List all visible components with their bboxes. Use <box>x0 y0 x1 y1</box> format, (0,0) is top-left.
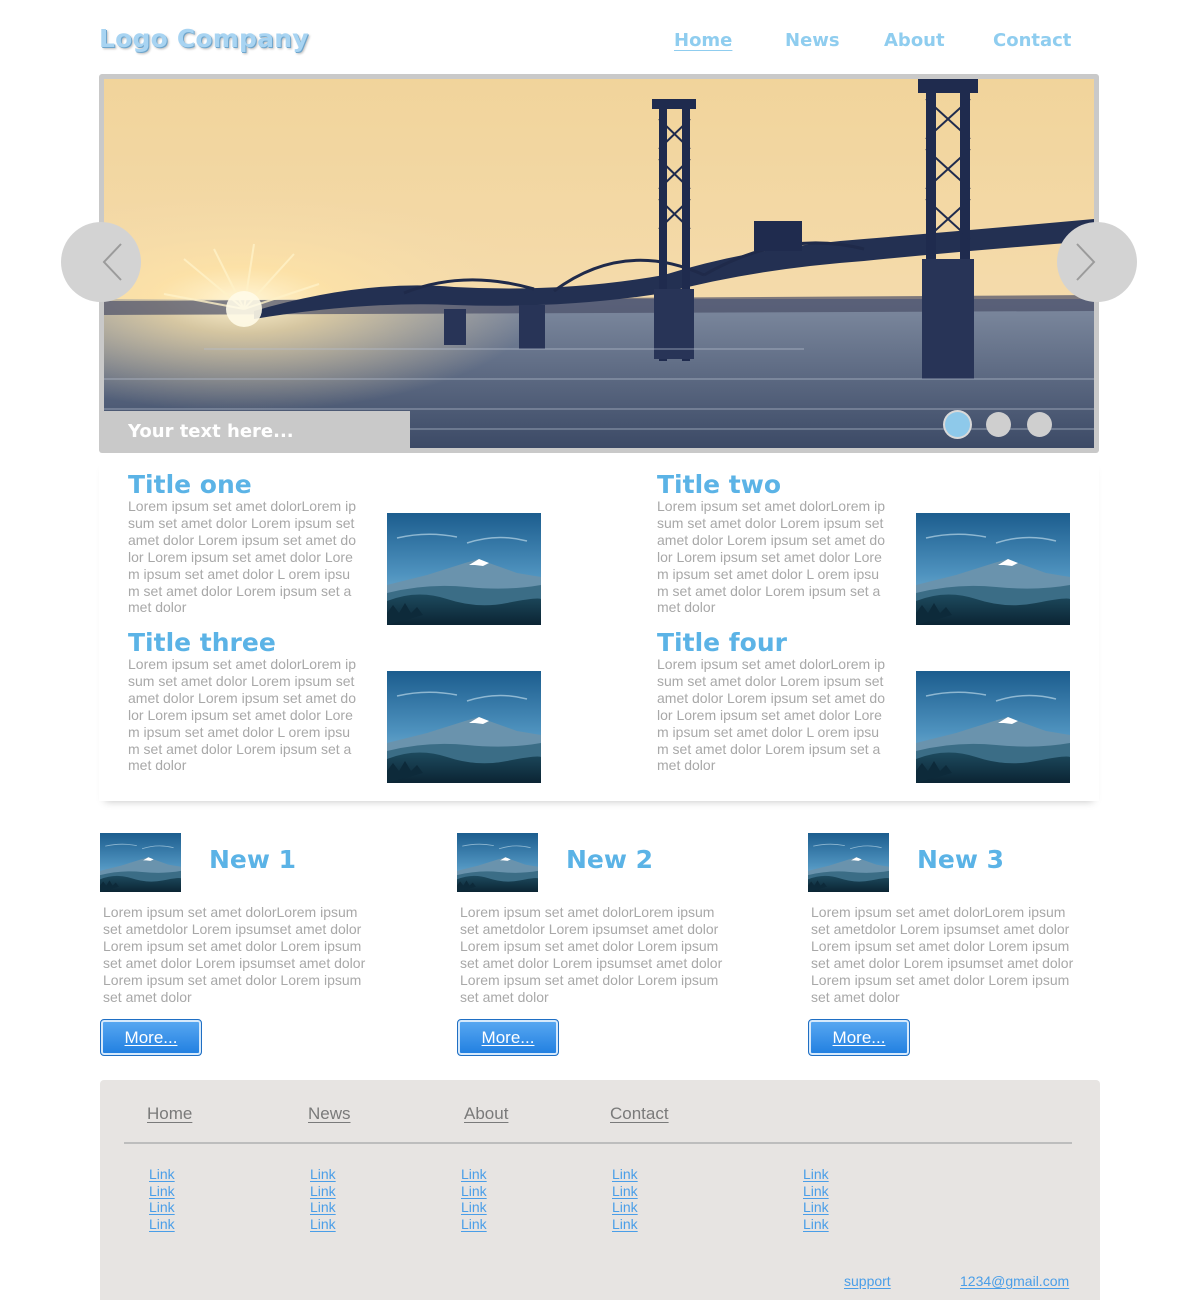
slider-dot-1[interactable] <box>945 412 970 437</box>
slider-dot-3[interactable] <box>1027 412 1052 437</box>
footer-link[interactable]: Link <box>310 1216 336 1233</box>
nav-contact[interactable]: Contact <box>993 30 1071 51</box>
feature-image[interactable] <box>387 671 541 783</box>
footer-link[interactable]: Link <box>612 1199 638 1216</box>
slider-dot-2[interactable] <box>986 412 1011 437</box>
news-text: Lorem ipsum set amet dolorLorem ipsum se… <box>103 904 366 1005</box>
footer-link[interactable]: Link <box>461 1183 487 1200</box>
feature-image[interactable] <box>916 513 1070 625</box>
footer-link[interactable]: Link <box>803 1183 829 1200</box>
news-image[interactable] <box>457 833 538 892</box>
footer-nav-about[interactable]: About <box>464 1104 508 1124</box>
footer-link-column: Link Link Link Link <box>803 1166 829 1233</box>
feature-text: Lorem ipsum set amet dolorLorem ipsum se… <box>657 656 885 774</box>
news-text: Lorem ipsum set amet dolorLorem ipsum se… <box>811 904 1074 1005</box>
features-section: Title one Lorem ipsum set amet dolorLore… <box>99 458 1099 801</box>
news-title[interactable]: New 1 <box>209 845 296 874</box>
email-link[interactable]: 1234@gmail.com <box>960 1273 1069 1289</box>
feature-card: Title four Lorem ipsum set amet dolorLor… <box>657 628 1077 778</box>
feature-text: Lorem ipsum set amet dolorLorem ipsum se… <box>128 498 356 616</box>
feature-title[interactable]: Title four <box>657 628 1077 658</box>
footer-link[interactable]: Link <box>803 1199 829 1216</box>
nav-news[interactable]: News <box>785 30 840 51</box>
footer-link-column: Link Link Link Link <box>310 1166 336 1233</box>
footer-nav-news[interactable]: News <box>308 1104 351 1124</box>
news-image[interactable] <box>100 833 181 892</box>
footer-link-column: Link Link Link Link <box>612 1166 638 1233</box>
news-title[interactable]: New 3 <box>917 845 1004 874</box>
news-image[interactable] <box>808 833 889 892</box>
more-button[interactable]: More... <box>808 1019 910 1056</box>
more-button[interactable]: More... <box>457 1019 559 1056</box>
footer-link[interactable]: Link <box>612 1166 638 1183</box>
news-title[interactable]: New 2 <box>566 845 653 874</box>
footer-divider <box>124 1142 1072 1144</box>
logo[interactable]: Logo Company <box>99 24 309 53</box>
footer-link[interactable]: Link <box>612 1183 638 1200</box>
footer-link-column: Link Link Link Link <box>149 1166 175 1233</box>
footer-link[interactable]: Link <box>803 1216 829 1233</box>
footer-link[interactable]: Link <box>461 1199 487 1216</box>
chevron-right-icon <box>1076 243 1096 281</box>
chevron-left-icon <box>102 243 122 281</box>
footer-link[interactable]: Link <box>461 1166 487 1183</box>
footer-link[interactable]: Link <box>149 1216 175 1233</box>
footer-link-column: Link Link Link Link <box>461 1166 487 1233</box>
footer-link[interactable]: Link <box>149 1166 175 1183</box>
slide-image <box>104 79 1094 448</box>
footer-link[interactable]: Link <box>310 1199 336 1216</box>
slider-next-button[interactable] <box>1057 222 1137 302</box>
hero-slider: Your text here... <box>61 74 1137 453</box>
feature-title[interactable]: Title one <box>128 470 548 500</box>
feature-text: Lorem ipsum set amet dolorLorem ipsum se… <box>128 656 356 774</box>
footer-link[interactable]: Link <box>310 1166 336 1183</box>
footer-link[interactable]: Link <box>803 1166 829 1183</box>
footer-link[interactable]: Link <box>149 1199 175 1216</box>
feature-card: Title two Lorem ipsum set amet dolorLore… <box>657 470 1077 620</box>
support-link[interactable]: support <box>844 1273 891 1289</box>
feature-text: Lorem ipsum set amet dolorLorem ipsum se… <box>657 498 885 616</box>
footer-nav-contact[interactable]: Contact <box>610 1104 669 1124</box>
feature-card: Title three Lorem ipsum set amet dolorLo… <box>128 628 548 778</box>
feature-title[interactable]: Title three <box>128 628 548 658</box>
footer-link[interactable]: Link <box>461 1216 487 1233</box>
more-button[interactable]: More... <box>100 1019 202 1056</box>
feature-card: Title one Lorem ipsum set amet dolorLore… <box>128 470 548 620</box>
slide-caption: Your text here... <box>104 411 410 453</box>
footer-link[interactable]: Link <box>310 1183 336 1200</box>
news-text: Lorem ipsum set amet dolorLorem ipsum se… <box>460 904 723 1005</box>
footer: Home News About Contact Link Link Link L… <box>100 1080 1100 1300</box>
feature-image[interactable] <box>387 513 541 625</box>
nav-about[interactable]: About <box>884 30 945 51</box>
feature-title[interactable]: Title two <box>657 470 1077 500</box>
footer-link[interactable]: Link <box>612 1216 638 1233</box>
slider-prev-button[interactable] <box>61 222 141 302</box>
feature-image[interactable] <box>916 671 1070 783</box>
nav-home[interactable]: Home <box>674 30 732 51</box>
footer-link[interactable]: Link <box>149 1183 175 1200</box>
footer-nav-home[interactable]: Home <box>147 1104 192 1124</box>
